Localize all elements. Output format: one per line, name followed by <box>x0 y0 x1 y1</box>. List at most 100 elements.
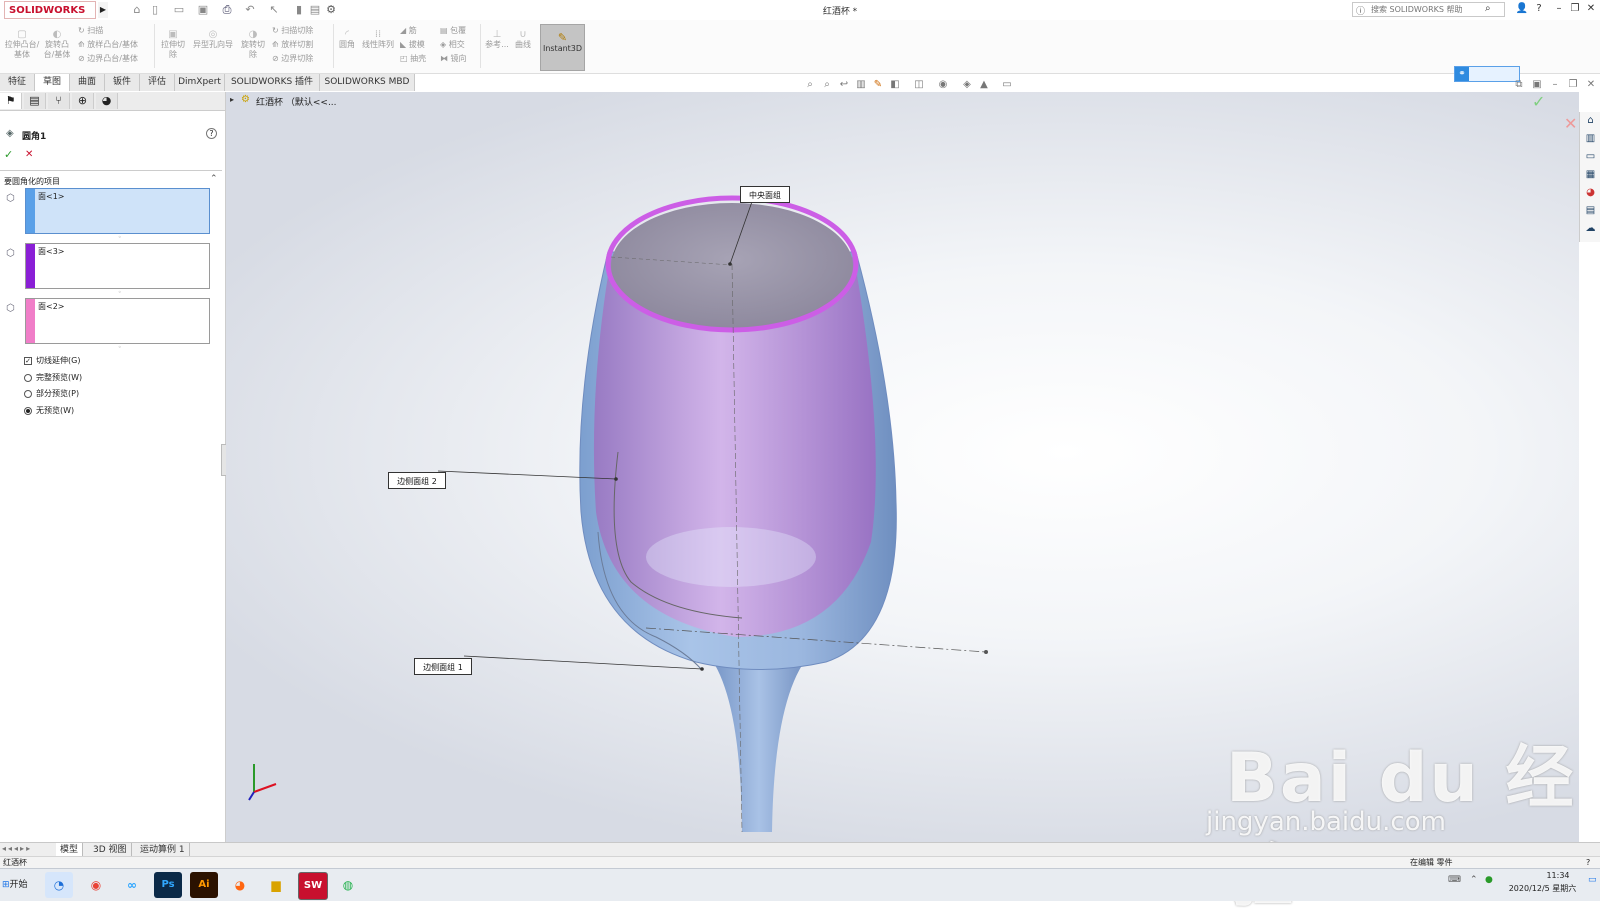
linear-pattern-button[interactable]: ⁞⁞ 线性阵列 <box>360 30 396 50</box>
reference-geometry-button[interactable]: ⊥ 参考... <box>484 30 510 50</box>
callout-side-face-set-2[interactable]: 边侧面组 2 <box>388 472 446 489</box>
callout-center-face-set[interactable]: 中央面组 <box>740 186 790 203</box>
mirror-button[interactable]: ⧓ 镜向 <box>440 54 476 64</box>
tab-solidworks-addins[interactable]: SOLIDWORKS 插件 <box>225 74 320 91</box>
open-icon[interactable]: ▭ <box>172 3 186 17</box>
tray-keyboard-icon[interactable]: ⌨ <box>1448 875 1461 885</box>
revolve-cut-button[interactable]: ◑ 旋转切除 <box>238 30 268 60</box>
loft-button[interactable]: ⟰ 放样凸台/基体 <box>78 40 152 50</box>
clock-date[interactable]: 2020/12/5 星期六 <box>1500 883 1585 894</box>
sweep-button[interactable]: ↻ 扫描 <box>78 26 148 36</box>
rebuild-icon[interactable]: ▮ <box>292 3 306 17</box>
save-icon[interactable]: ▣ <box>196 3 210 17</box>
solidworks-logo[interactable]: SOLIDWORKS <box>4 1 96 19</box>
selection-box-2[interactable]: 面<3> <box>25 243 210 289</box>
resize-handle-icon[interactable]: ◦ <box>118 234 122 241</box>
pm-help-icon[interactable]: ? <box>206 128 217 139</box>
no-preview-radio[interactable]: 无预览(W) <box>24 405 74 416</box>
configuration-tab-icon[interactable]: ⑂ <box>48 93 70 109</box>
baidu-netdisk-app-icon[interactable]: ∞ <box>118 872 146 898</box>
search-input[interactable] <box>1353 3 1471 15</box>
extrude-cut-button[interactable]: ▣ 拉伸切除 <box>158 30 188 60</box>
rib-button[interactable]: ◢ 筋 <box>400 26 436 36</box>
property-manager-tab-icon[interactable]: ▤ <box>24 93 46 109</box>
new-document-icon[interactable]: ▯ <box>148 3 162 17</box>
view-orientation-icon[interactable]: ◧ <box>888 79 902 91</box>
instant3d-button[interactable]: ✎ Instant3D <box>540 24 585 71</box>
zoom-to-fit-icon[interactable]: ⌕ <box>803 79 817 91</box>
wrap-button[interactable]: ▤ 包覆 <box>440 26 476 36</box>
tab-features[interactable]: 特征 <box>0 74 35 91</box>
glass-stem[interactable] <box>706 652 812 832</box>
tab-dimxpert[interactable]: DimXpert <box>175 74 225 91</box>
chrome-app-icon[interactable]: ◉ <box>82 872 110 898</box>
select-icon[interactable]: ↖ <box>267 3 281 17</box>
tab-motion-study[interactable]: 运动算例 1 <box>136 843 190 857</box>
fillet-button[interactable]: ◜ 圆角 <box>336 30 358 50</box>
boundary-boss-button[interactable]: ⊘ 边界凸台/基体 <box>78 54 152 64</box>
selection-box-1[interactable]: 面<1> <box>25 188 210 234</box>
hide-show-items-icon[interactable]: ◉ <box>936 79 950 91</box>
tab-evaluate[interactable]: 评估 <box>140 74 175 91</box>
checkbox-checked-icon[interactable]: ✓ <box>24 356 32 365</box>
tray-expand-icon[interactable]: ⌃ <box>1470 875 1478 885</box>
search-icon[interactable]: ⌕ <box>1485 3 1491 14</box>
draft-button[interactable]: ◣ 拔模 <box>400 40 436 50</box>
section-view-icon[interactable]: ▥ <box>854 79 868 91</box>
appearance-tab-icon[interactable]: ◕ <box>96 93 118 109</box>
sweep-cut-button[interactable]: ↻ 扫描切除 <box>272 26 332 36</box>
shell-button[interactable]: ◰ 抽壳 <box>400 54 436 64</box>
view-palette-icon[interactable]: ▦ <box>1584 169 1597 182</box>
close-icon[interactable]: ✕ <box>1584 2 1598 16</box>
help-search-box[interactable]: ⓘ ⌕ <box>1352 2 1505 17</box>
solidworks-app-icon[interactable]: SW <box>298 872 328 900</box>
collapse-chevron-icon[interactable]: ⌃ <box>210 174 218 184</box>
radio-icon[interactable] <box>24 373 32 382</box>
hole-wizard-button[interactable]: ◎ 异型孔向导 <box>190 30 236 50</box>
print-icon[interactable]: ⎙ <box>220 3 234 17</box>
tab-3d-views[interactable]: 3D 视图 <box>89 843 132 857</box>
curves-button[interactable]: ∪ 曲线 <box>512 30 534 50</box>
viewport-tile-icon[interactable]: ▣ <box>1530 79 1544 91</box>
radio-icon[interactable] <box>24 389 32 398</box>
undo-icon[interactable]: ↶ <box>243 3 257 17</box>
options-gear-icon[interactable]: ⚙ <box>324 3 338 17</box>
tab-surfaces[interactable]: 曲面 <box>70 74 105 91</box>
tab-scroll-arrows-icon[interactable]: ◂◂◂▸▸ <box>2 844 32 853</box>
graphics-area[interactable]: ▸ ⚙ 红酒杯 （默认<<... Bai du 经验 jingyan.baidu… <box>226 66 1579 917</box>
dynamic-annotation-icon[interactable]: ✎ <box>871 79 885 91</box>
tab-sketch[interactable]: 草图 <box>35 74 70 91</box>
wechat-app-icon[interactable]: ◍ <box>334 872 362 898</box>
tab-solidworks-mbd[interactable]: SOLIDWORKS MBD <box>320 74 415 91</box>
file-explorer-icon[interactable]: ▭ <box>1584 151 1597 164</box>
revolve-boss-button[interactable]: ◐ 旋转凸台/基体 <box>42 30 72 60</box>
viewport-close-icon[interactable]: ✕ <box>1584 79 1598 91</box>
file-properties-icon[interactable]: ▤ <box>308 3 322 17</box>
illustrator-app-icon[interactable]: Ai <box>190 872 218 898</box>
dimxpert-tab-icon[interactable]: ⊕ <box>72 93 94 109</box>
solidworks-resources-icon[interactable]: ⌂ <box>1584 115 1597 128</box>
start-button[interactable]: ⊞开始 <box>2 874 38 896</box>
design-library-icon[interactable]: ▥ <box>1584 133 1597 146</box>
resize-handle-icon[interactable]: ◦ <box>118 289 122 296</box>
cancel-x-icon[interactable]: ✕ <box>25 149 33 160</box>
tab-sheet-metal[interactable]: 钣件 <box>105 74 140 91</box>
callout-side-face-set-1[interactable]: 边侧面组 1 <box>414 658 472 675</box>
restore-icon[interactable]: ❐ <box>1568 2 1582 16</box>
link-icon[interactable]: ⚭ <box>1455 67 1469 81</box>
home-icon[interactable]: ⌂ <box>130 3 144 17</box>
feature-tree-tab-icon[interactable]: ⚑ <box>0 93 22 109</box>
browser-app-icon[interactable]: ◔ <box>45 872 73 898</box>
custom-properties-icon[interactable]: ▤ <box>1584 205 1597 218</box>
radio-selected-icon[interactable] <box>24 406 32 415</box>
confirm-check-icon[interactable]: ✓ <box>1532 92 1545 111</box>
loft-cut-button[interactable]: ⟰ 放样切割 <box>272 40 332 50</box>
tab-model[interactable]: 模型 <box>56 843 84 857</box>
viewport-maximize-icon[interactable]: ❐ <box>1566 79 1580 91</box>
user-icon[interactable]: 👤 <box>1515 2 1529 16</box>
partial-preview-radio[interactable]: 部分预览(P) <box>24 388 79 399</box>
zoom-to-area-icon[interactable]: ⌕ <box>820 79 834 91</box>
boundary-cut-button[interactable]: ⊘ 边界切除 <box>272 54 332 64</box>
firefox-app-icon[interactable]: ◕ <box>226 872 254 898</box>
view-settings-icon[interactable]: ▭ <box>1000 79 1014 91</box>
